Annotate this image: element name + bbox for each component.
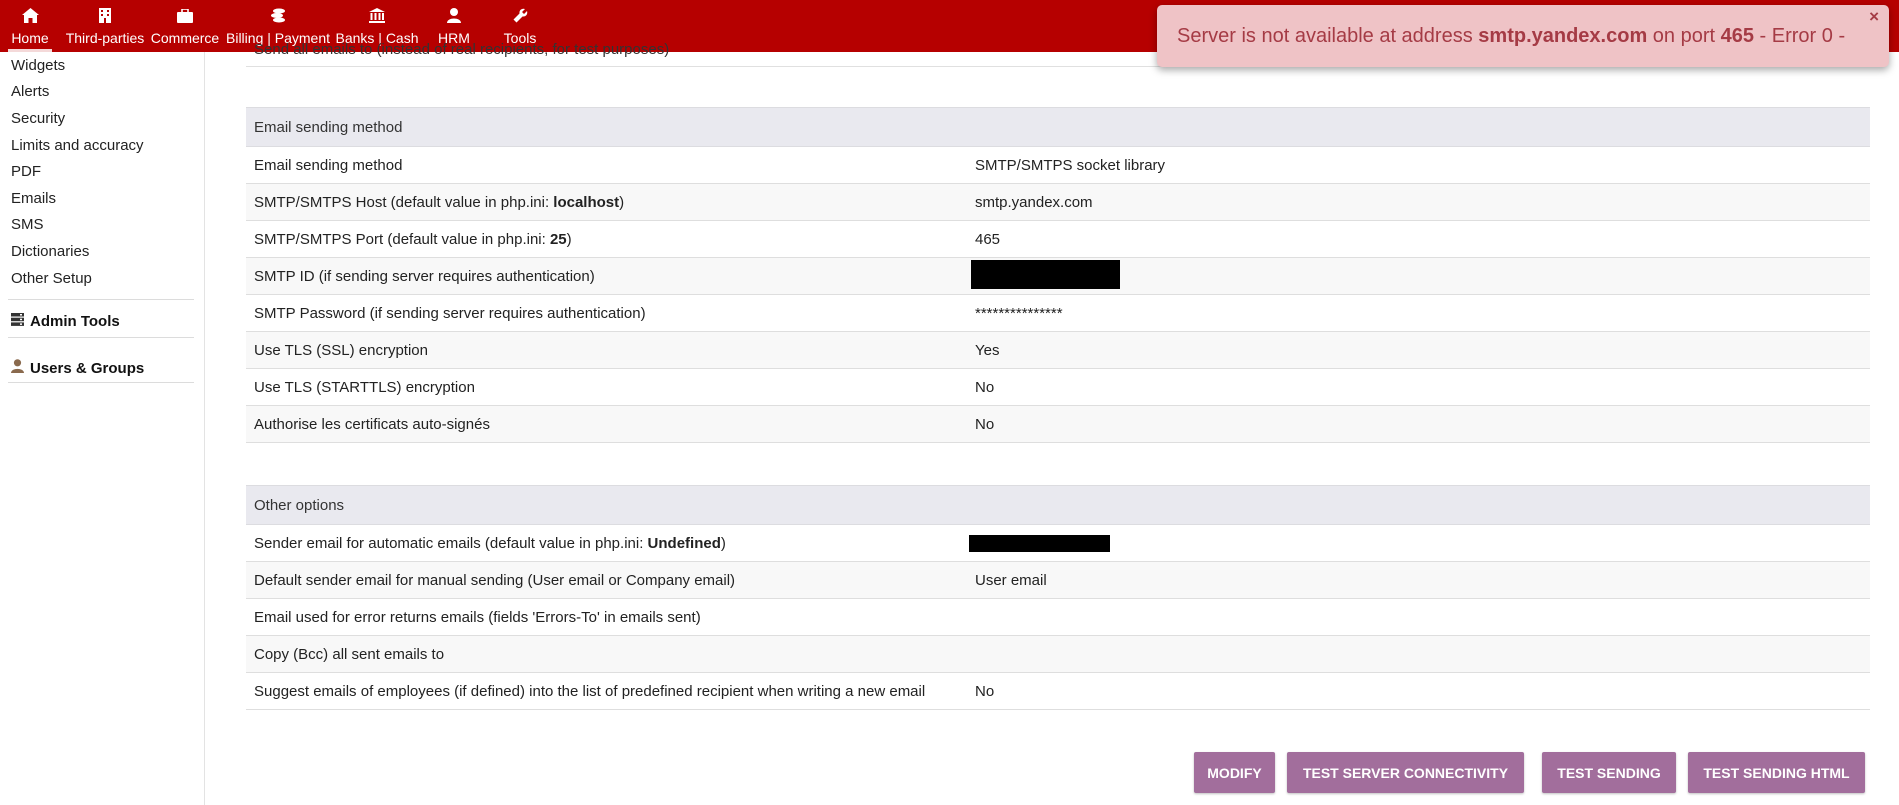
sidebar-item-widgets[interactable]: Widgets bbox=[11, 57, 65, 74]
setting-value: *************** bbox=[975, 304, 1063, 322]
bank-icon bbox=[369, 7, 385, 24]
setting-row: Use TLS (SSL) encryption Yes bbox=[246, 332, 1870, 369]
setting-row: Use TLS (STARTTLS) encryption No bbox=[246, 369, 1870, 406]
redacted-sender-email bbox=[969, 534, 1110, 552]
test-sending-html-button[interactable]: TEST SENDING HTML bbox=[1688, 752, 1865, 793]
main-content: Send all emails to (instead of real reci… bbox=[206, 41, 1899, 805]
coins-icon bbox=[270, 7, 286, 24]
setting-row: SMTP ID (if sending server requires auth… bbox=[246, 258, 1870, 295]
setting-value: No bbox=[975, 415, 995, 433]
setting-value: User email bbox=[975, 571, 1047, 589]
setting-label: Email sending method bbox=[254, 156, 403, 174]
setting-value: 465 bbox=[975, 230, 1001, 248]
setting-label: Default sender email for manual sending … bbox=[254, 571, 736, 589]
setting-value: No bbox=[975, 378, 995, 396]
server-icon bbox=[11, 313, 24, 330]
setting-row: Email used for error returns emails (fie… bbox=[246, 599, 1870, 636]
setting-label: Use TLS (SSL) encryption bbox=[254, 341, 428, 359]
modify-button[interactable]: MODIFY bbox=[1194, 752, 1275, 793]
setting-row: SMTP Password (if sending server require… bbox=[246, 295, 1870, 332]
sidebar-item-other-setup[interactable]: Other Setup bbox=[11, 270, 92, 287]
sidebar-item-limits[interactable]: Limits and accuracy bbox=[11, 137, 144, 154]
setting-row: Suggest emails of employees (if defined)… bbox=[246, 673, 1870, 710]
sidebar-item-alerts[interactable]: Alerts bbox=[11, 83, 49, 100]
nav-home-label: Home bbox=[11, 30, 49, 46]
sidebar-item-sms[interactable]: SMS bbox=[11, 216, 44, 233]
setting-row: SMTP/SMTPS Port (default value in php.in… bbox=[246, 221, 1870, 258]
error-notification: Server is not available at address smtp.… bbox=[1157, 5, 1889, 67]
sidebar-group-admin-tools[interactable]: Admin Tools bbox=[11, 313, 120, 330]
setting-row: Authorise les certificats auto-signés No bbox=[246, 406, 1870, 443]
nav-third-parties-label: Third-parties bbox=[65, 30, 145, 46]
test-server-connectivity-button[interactable]: TEST SERVER CONNECTIVITY bbox=[1287, 752, 1524, 793]
setting-value: smtp.yandex.com bbox=[975, 193, 1093, 211]
home-icon bbox=[21, 7, 39, 24]
briefcase-icon bbox=[177, 7, 193, 24]
setting-row: Sender email for automatic emails (defau… bbox=[246, 525, 1870, 562]
setting-label: Email used for error returns emails (fie… bbox=[254, 608, 701, 626]
setting-value: SMTP/SMTPS socket library bbox=[975, 156, 1166, 174]
sidebar-divider bbox=[8, 382, 194, 383]
sidebar-group-users-groups[interactable]: Users & Groups bbox=[11, 359, 144, 377]
setting-label: SMTP Password (if sending server require… bbox=[254, 304, 646, 322]
nav-commerce[interactable]: Commerce bbox=[150, 0, 220, 52]
setting-label: Sender email for automatic emails (defau… bbox=[254, 534, 726, 552]
close-icon[interactable]: × bbox=[1869, 7, 1879, 27]
user-icon bbox=[447, 7, 461, 24]
test-sending-button[interactable]: TEST SENDING bbox=[1542, 752, 1676, 793]
nav-home[interactable]: Home bbox=[8, 0, 52, 52]
setting-label: Authorise les certificats auto-signés bbox=[254, 415, 490, 433]
sidebar-item-security[interactable]: Security bbox=[11, 110, 65, 127]
setting-row: Default sender email for manual sending … bbox=[246, 562, 1870, 599]
email-sending-method-section: Email sending method Email sending metho… bbox=[246, 107, 1870, 443]
admin-tools-label: Admin Tools bbox=[30, 313, 120, 330]
setting-value: Yes bbox=[975, 341, 1000, 359]
sidebar-item-emails[interactable]: Emails bbox=[11, 190, 56, 207]
sidebar-divider bbox=[8, 299, 194, 300]
setting-label: Suggest emails of employees (if defined)… bbox=[254, 682, 926, 700]
clipped-setting-row: Send all emails to (instead of real reci… bbox=[254, 41, 670, 58]
error-message: Server is not available at address smtp.… bbox=[1177, 24, 1846, 47]
sidebar-item-pdf[interactable]: PDF bbox=[11, 163, 41, 180]
setting-row: Email sending method SMTP/SMTPS socket l… bbox=[246, 147, 1870, 184]
section-title: Other options bbox=[246, 485, 1870, 525]
setting-row: Copy (Bcc) all sent emails to bbox=[246, 636, 1870, 673]
setting-label: SMTP/SMTPS Host (default value in php.in… bbox=[254, 193, 625, 211]
wrench-icon bbox=[513, 7, 528, 24]
sidebar-item-dictionaries[interactable]: Dictionaries bbox=[11, 243, 89, 260]
users-groups-label: Users & Groups bbox=[30, 359, 145, 377]
building-icon bbox=[99, 7, 111, 24]
setting-row: SMTP/SMTPS Host (default value in php.in… bbox=[246, 184, 1870, 221]
section-title: Email sending method bbox=[246, 107, 1870, 147]
redacted-smtp-id bbox=[971, 259, 1120, 289]
setting-label: Use TLS (STARTTLS) encryption bbox=[254, 378, 475, 396]
setting-label: SMTP ID (if sending server requires auth… bbox=[254, 267, 595, 285]
nav-third-parties[interactable]: Third-parties bbox=[65, 0, 145, 52]
left-sidebar: Widgets Alerts Security Limits and accur… bbox=[0, 52, 205, 805]
setting-label: Copy (Bcc) all sent emails to bbox=[254, 645, 445, 663]
other-options-section: Other options Sender email for automatic… bbox=[246, 485, 1870, 710]
setting-value bbox=[969, 531, 1110, 556]
nav-commerce-label: Commerce bbox=[150, 30, 220, 46]
setting-label: SMTP/SMTPS Port (default value in php.in… bbox=[254, 230, 572, 248]
sidebar-divider bbox=[8, 337, 194, 338]
user-icon bbox=[11, 359, 24, 377]
setting-value bbox=[971, 259, 1120, 293]
setting-value: No bbox=[975, 682, 995, 700]
